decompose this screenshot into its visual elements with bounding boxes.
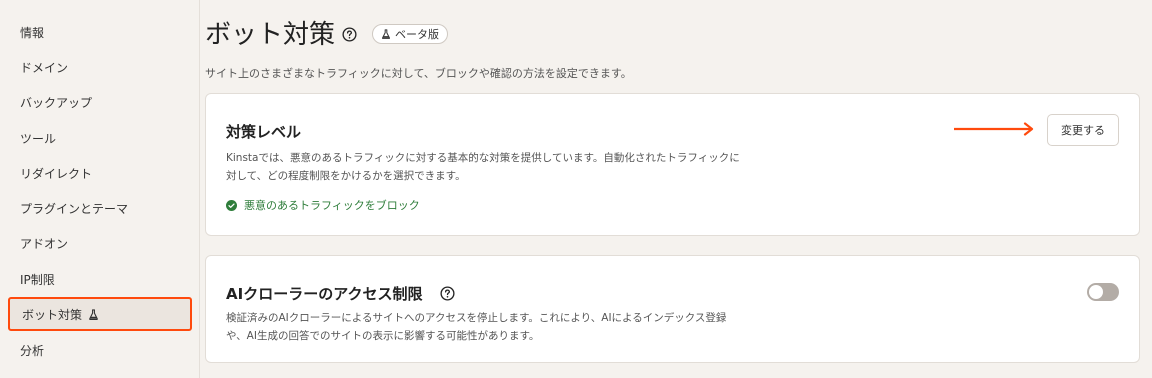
page-title: ボット対策 bbox=[205, 20, 336, 50]
protection-level-description: Kinstaでは、悪意のあるトラフィックに対する基本的な対策を提供しています。自… bbox=[226, 152, 740, 182]
sidebar: 情報 ドメイン バックアップ ツール リダイレクト プラグインとテーマ アドオン… bbox=[0, 0, 200, 378]
ai-crawler-title: AIクローラーのアクセス制限 bbox=[226, 285, 423, 303]
beta-badge: ベータ版 bbox=[372, 24, 448, 44]
ai-crawler-description: 検証済みのAIクローラーによるサイトへのアクセスを停止します。これにより、AIに… bbox=[226, 312, 727, 342]
flask-icon bbox=[381, 29, 391, 39]
sidebar-item-label: ボット対策 bbox=[22, 307, 83, 322]
status-text: 悪意のあるトラフィックをブロック bbox=[244, 199, 420, 212]
sidebar-item-label: プラグインとテーマ bbox=[20, 201, 129, 216]
help-icon[interactable] bbox=[440, 286, 455, 301]
sidebar-item-domains[interactable]: ドメイン bbox=[8, 50, 192, 84]
sidebar-item-redirects[interactable]: リダイレクト bbox=[8, 156, 192, 190]
ai-crawler-toggle[interactable] bbox=[1087, 283, 1119, 301]
sidebar-item-label: ツール bbox=[20, 131, 57, 146]
sidebar-item-label: ドメイン bbox=[20, 60, 69, 75]
help-icon[interactable] bbox=[342, 27, 357, 42]
change-button[interactable]: 変更する bbox=[1047, 114, 1119, 146]
sidebar-item-info[interactable]: 情報 bbox=[8, 15, 192, 49]
arrow-right-icon bbox=[954, 121, 1036, 140]
sidebar-item-label: バックアップ bbox=[20, 95, 93, 110]
sidebar-item-backups[interactable]: バックアップ bbox=[8, 85, 192, 119]
page-subtitle: サイト上のさまざまなトラフィックに対して、ブロックや確認の方法を設定できます。 bbox=[205, 67, 632, 80]
protection-level-card: 対策レベル Kinstaでは、悪意のあるトラフィックに対する基本的な対策を提供し… bbox=[205, 93, 1140, 236]
sidebar-item-plugins-themes[interactable]: プラグインとテーマ bbox=[8, 191, 192, 225]
sidebar-item-label: リダイレクト bbox=[20, 166, 93, 181]
flask-icon bbox=[88, 308, 99, 320]
beta-badge-label: ベータ版 bbox=[395, 28, 439, 41]
check-circle-icon bbox=[226, 199, 237, 211]
sidebar-item-label: 分析 bbox=[20, 343, 45, 358]
sidebar-item-tools[interactable]: ツール bbox=[8, 121, 192, 155]
ai-crawler-card: AIクローラーのアクセス制限 検証済みのAIクローラーによるサイトへのアクセスを… bbox=[205, 255, 1140, 363]
sidebar-item-label: IP制限 bbox=[20, 272, 55, 287]
status-indicator: 悪意のあるトラフィックをブロック bbox=[226, 197, 420, 213]
main-content: ボット対策 ベータ版 サイト上のさまざまなトラフィックに対して、ブロックや確認の… bbox=[205, 0, 1152, 378]
sidebar-item-bot-protection[interactable]: ボット対策 bbox=[8, 297, 192, 331]
sidebar-item-label: 情報 bbox=[20, 25, 45, 40]
sidebar-item-ip-restriction[interactable]: IP制限 bbox=[8, 262, 192, 296]
toggle-knob bbox=[1089, 285, 1103, 299]
protection-level-title: 対策レベル bbox=[226, 123, 302, 141]
sidebar-item-label: アドオン bbox=[20, 236, 69, 251]
sidebar-item-analytics[interactable]: 分析 bbox=[8, 333, 192, 367]
sidebar-item-addons[interactable]: アドオン bbox=[8, 226, 192, 260]
